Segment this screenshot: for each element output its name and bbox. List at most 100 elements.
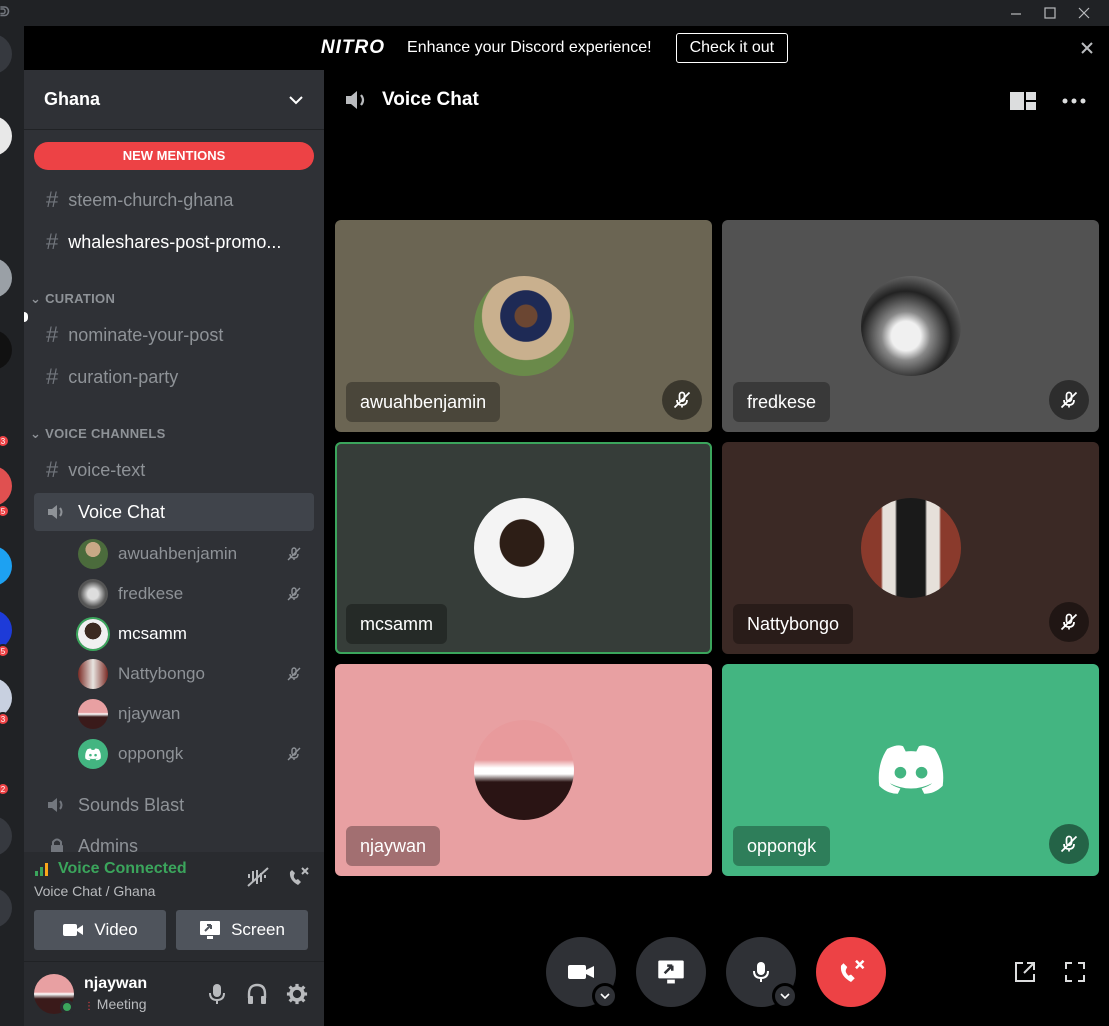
video-button-label: Video (94, 920, 138, 939)
camera-options-button[interactable] (592, 983, 618, 1009)
disconnect-icon[interactable] (286, 866, 310, 888)
avatar (78, 699, 108, 729)
layout-grid-icon[interactable] (1009, 90, 1037, 112)
mention-badge: 3 (0, 712, 10, 726)
server-icon[interactable] (0, 258, 12, 298)
pop-out-icon[interactable] (1013, 960, 1037, 984)
avatar (78, 659, 108, 689)
nitro-logo: NITRO (320, 37, 386, 58)
mic-options-button[interactable] (772, 983, 798, 1009)
server-icon[interactable] (0, 546, 12, 586)
voice-status-label: Voice Connected (58, 860, 187, 877)
voice-user-name: Nattybongo (118, 664, 205, 683)
mic-muted-icon (1049, 380, 1089, 420)
camera-toggle-button[interactable] (546, 937, 618, 1009)
guild-header[interactable]: Ghana (24, 70, 324, 130)
banner-text: Enhance your Discord experience! (407, 39, 652, 56)
channel-sidebar: Ghana NEW MENTIONS # steem-church-ghana … (24, 70, 324, 1026)
participant-tile-oppongk[interactable]: oppongk (722, 664, 1099, 876)
hash-icon: # (46, 187, 59, 212)
avatar (860, 498, 961, 598)
voice-user-oppongk[interactable]: oppongk (78, 736, 314, 772)
voice-user-name: njaywan (118, 704, 181, 723)
voice-user-name: mcsamm (118, 624, 187, 643)
category-voice-channels[interactable]: ⌄ VOICE CHANNELS (30, 426, 166, 442)
video-camera-icon (568, 965, 594, 979)
screen-share-icon (200, 921, 221, 939)
server-icon[interactable] (0, 116, 12, 156)
hang-up-icon (840, 959, 865, 982)
more-options-icon[interactable] (1061, 90, 1087, 112)
headphones-icon[interactable] (246, 982, 268, 1006)
close-icon (1078, 7, 1090, 19)
banner-close-button[interactable] (1081, 38, 1093, 59)
minimize-button[interactable] (999, 0, 1033, 26)
channel-curation-party[interactable]: # curation-party (34, 358, 314, 396)
channel-whaleshares-post-promo[interactable]: # whaleshares-post-promo... (34, 223, 314, 261)
check-it-out-button[interactable]: Check it out (675, 33, 789, 63)
channel-steem-church-ghana[interactable]: # steem-church-ghana (34, 181, 314, 219)
username: njaywan (84, 975, 148, 992)
mic-toggle-button[interactable] (726, 937, 798, 1009)
maximize-button[interactable] (1033, 0, 1067, 26)
category-label: VOICE CHANNELS (45, 426, 166, 441)
participant-tile-njaywan[interactable]: njaywan (335, 664, 712, 876)
avatar (473, 720, 574, 820)
voice-user-name: awuahbenjamin (118, 544, 238, 563)
server-icon[interactable] (0, 816, 12, 856)
chevron-down-icon (780, 992, 790, 999)
mic-muted-icon (1049, 824, 1089, 864)
participant-tile-nattybongo[interactable]: Nattybongo (722, 442, 1099, 654)
server-icon[interactable] (0, 330, 12, 370)
video-button[interactable]: Video (34, 910, 166, 950)
new-mentions-pill[interactable]: NEW MENTIONS (34, 142, 314, 170)
voice-user-fredkese[interactable]: fredkese (78, 576, 314, 612)
chevron-down-icon (289, 95, 303, 104)
mic-muted-icon (662, 380, 702, 420)
screen-share-button[interactable]: Screen (176, 910, 308, 950)
mic-muted-icon (287, 587, 301, 601)
chevron-down-icon (600, 992, 610, 999)
mic-muted-icon (287, 667, 301, 681)
custom-status: ⋮ Meeting (84, 996, 147, 1012)
server-icon[interactable] (0, 466, 12, 506)
screen-button-label: Screen (231, 920, 285, 939)
participant-tile-mcsamm[interactable]: mcsamm (335, 442, 712, 654)
voice-status[interactable]: Voice Connected (34, 860, 187, 878)
mention-badge: 5 (0, 644, 10, 658)
voice-user-mcsamm[interactable]: mcsamm (78, 616, 314, 652)
unread-indicator (24, 312, 28, 322)
gear-icon[interactable] (286, 982, 308, 1006)
voice-user-name: oppongk (118, 744, 184, 763)
close-window-button[interactable] (1067, 0, 1101, 26)
speaker-icon (48, 798, 63, 812)
video-camera-icon (63, 924, 84, 936)
screen-share-toggle-button[interactable] (636, 937, 706, 1007)
nitro-banner: NITRO Enhance your Discord experience! C… (0, 26, 1109, 70)
avatar (78, 619, 108, 649)
participant-tile-fredkese[interactable]: fredkese (722, 220, 1099, 432)
chevron-down-icon: ⌄ (30, 291, 46, 306)
channel-nominate-your-post[interactable]: # nominate-your-post (34, 316, 314, 354)
voice-user-njaywan[interactable]: njaywan (78, 696, 314, 732)
channel-label: curation-party (68, 366, 179, 387)
voice-user-awuahbenjamin[interactable]: awuahbenjamin (78, 536, 314, 572)
server-list: 3 5 5 3 2 (0, 26, 24, 1026)
minimize-icon (1011, 13, 1021, 15)
noise-suppression-icon[interactable] (246, 866, 270, 888)
voice-channel-sounds-blast[interactable]: Sounds Blast (34, 786, 314, 824)
view-controls (1013, 960, 1087, 984)
fullscreen-icon[interactable] (1063, 960, 1087, 984)
channel-voice-text[interactable]: # voice-text (34, 451, 314, 489)
server-icon[interactable] (0, 34, 12, 74)
avatar (78, 739, 108, 769)
voice-user-nattybongo[interactable]: Nattybongo (78, 656, 314, 692)
leave-call-button[interactable] (816, 937, 886, 1007)
participant-tile-awuahbenjamin[interactable]: awuahbenjamin (335, 220, 712, 432)
avatar (78, 539, 108, 569)
server-icon[interactable] (0, 888, 12, 928)
voice-channel-voice-chat[interactable]: Voice Chat (34, 493, 314, 531)
microphone-icon[interactable] (206, 982, 228, 1006)
participant-name: oppongk (733, 826, 831, 866)
category-curation[interactable]: ⌄ CURATION (30, 291, 115, 307)
